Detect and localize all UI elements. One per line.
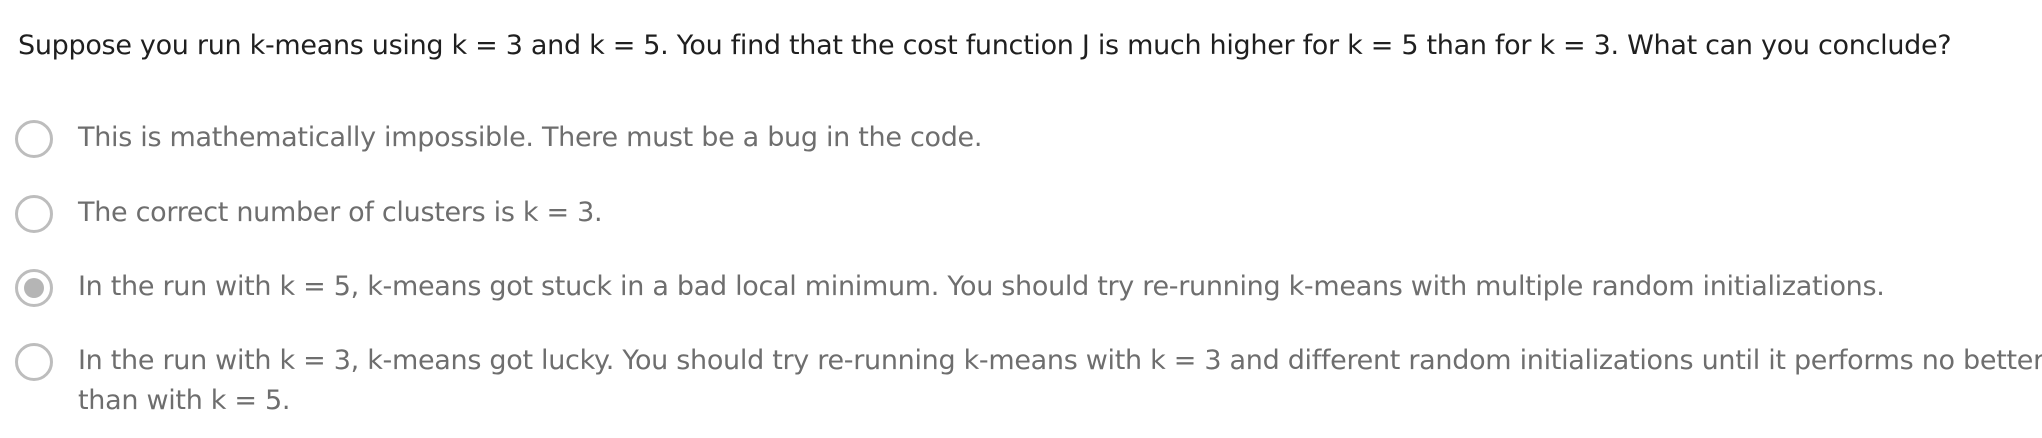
option-2-line-1: The correct number of clusters is k = 3. xyxy=(78,197,603,228)
question-text: Suppose you run k-means using k = 3 and … xyxy=(18,30,1952,61)
option-4-line-1: In the run with k = 3, k-means got lucky… xyxy=(78,345,2042,376)
radio-dot-icon xyxy=(24,278,44,298)
option-1-label: This is mathematically impossible. There… xyxy=(78,118,2038,158)
radio-button-icon[interactable] xyxy=(15,343,53,381)
option-2[interactable]: The correct number of clusters is k = 3. xyxy=(15,193,2038,233)
option-3-label: In the run with k = 5, k-means got stuck… xyxy=(78,267,2038,307)
option-3[interactable]: In the run with k = 5, k-means got stuck… xyxy=(15,267,2038,307)
option-4-line-2: than with k = 5. xyxy=(78,385,291,416)
option-1[interactable]: This is mathematically impossible. There… xyxy=(15,118,2038,158)
option-3-line-1: In the run with k = 5, k-means got stuck… xyxy=(78,271,1885,302)
option-4[interactable]: In the run with k = 3, k-means got lucky… xyxy=(15,341,2042,421)
option-1-line-1: This is mathematically impossible. There… xyxy=(78,122,983,153)
option-4-label: In the run with k = 3, k-means got lucky… xyxy=(78,341,2042,421)
radio-button-selected-icon[interactable] xyxy=(15,269,53,307)
radio-button-icon[interactable] xyxy=(15,195,53,233)
radio-button-icon[interactable] xyxy=(15,120,53,158)
option-2-label: The correct number of clusters is k = 3. xyxy=(78,193,2038,233)
